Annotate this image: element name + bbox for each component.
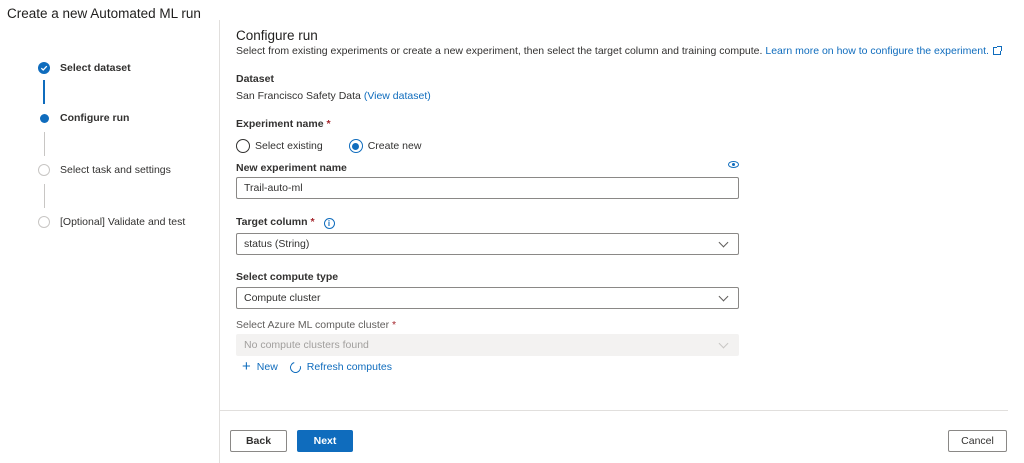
step-label: [Optional] Validate and test <box>60 216 186 228</box>
page-title: Create a new Automated ML run <box>7 6 201 21</box>
new-experiment-name-label: New experiment name <box>236 162 347 174</box>
section-title: Configure run <box>236 28 318 43</box>
current-step-icon <box>38 112 50 124</box>
section-description: Select from existing experiments or crea… <box>236 45 1016 57</box>
external-link-icon <box>992 46 1002 55</box>
cancel-button[interactable]: Cancel <box>948 430 1007 452</box>
experiment-radio-group: Select existing Create new <box>236 139 421 153</box>
refresh-computes-button[interactable]: Refresh computes <box>287 359 392 375</box>
info-icon[interactable]: i <box>323 218 335 229</box>
eye-icon[interactable] <box>728 161 739 168</box>
radio-label: Select existing <box>255 140 323 152</box>
plus-icon: + <box>242 358 251 375</box>
dropdown-value: status (String) <box>244 238 310 250</box>
step-connector <box>43 184 45 208</box>
radio-select-existing[interactable]: Select existing <box>236 139 323 153</box>
required-marker: * <box>326 118 331 130</box>
action-label: Refresh computes <box>306 361 392 373</box>
panel-divider <box>219 20 220 463</box>
pending-step-icon <box>38 216 50 228</box>
step-select-dataset[interactable]: Select dataset <box>38 58 218 78</box>
next-button[interactable]: Next <box>297 430 353 452</box>
dataset-name: San Francisco Safety Data <box>236 90 361 102</box>
required-marker: * <box>310 216 315 228</box>
learn-more-link[interactable]: Learn more on how to configure the exper… <box>765 45 1002 57</box>
refresh-icon <box>287 359 303 375</box>
radio-unchecked-icon <box>236 139 250 153</box>
description-text: Select from existing experiments or crea… <box>236 45 763 57</box>
required-marker: * <box>392 319 397 331</box>
new-compute-button[interactable]: + New <box>242 358 278 375</box>
dropdown-value: No compute clusters found <box>244 339 369 351</box>
radio-label: Create new <box>367 140 422 152</box>
step-select-task-and-settings[interactable]: Select task and settings <box>38 160 218 180</box>
step-connector <box>43 132 45 156</box>
step-label: Select task and settings <box>60 164 171 176</box>
compute-cluster-label: Select Azure ML compute cluster * <box>236 319 396 331</box>
compute-cluster-label-text: Select Azure ML compute cluster <box>236 319 390 331</box>
dataset-value: San Francisco Safety Data (View dataset) <box>236 90 431 102</box>
radio-create-new[interactable]: Create new <box>348 139 422 153</box>
experiment-name-input[interactable]: Trail-auto-ml <box>236 177 739 199</box>
view-dataset-link[interactable]: (View dataset) <box>364 90 431 102</box>
learn-more-text: Learn more on how to configure the exper… <box>765 45 989 57</box>
experiment-label-text: Experiment name <box>236 118 324 130</box>
target-column-label-text: Target column <box>236 216 308 228</box>
step-label: Configure run <box>60 112 130 124</box>
dropdown-value: Compute cluster <box>244 292 321 304</box>
chevron-down-icon <box>718 291 729 301</box>
radio-checked-icon <box>348 139 363 153</box>
compute-type-label: Select compute type <box>236 271 339 283</box>
experiment-name-label: Experiment name * <box>236 118 331 130</box>
back-button[interactable]: Back <box>230 430 287 452</box>
action-label: New <box>256 361 278 373</box>
dataset-label: Dataset <box>236 73 274 85</box>
step-connector <box>43 80 45 104</box>
compute-cluster-dropdown: No compute clusters found <box>236 334 739 356</box>
pending-step-icon <box>38 164 50 176</box>
chevron-down-icon <box>718 338 729 348</box>
chevron-down-icon <box>718 237 729 247</box>
target-column-label: Target column * i <box>236 216 335 229</box>
compute-type-dropdown[interactable]: Compute cluster <box>236 287 739 309</box>
compute-actions: + New Refresh computes <box>242 358 392 375</box>
step-configure-run[interactable]: Configure run <box>38 108 218 128</box>
step-label: Select dataset <box>60 62 131 74</box>
target-column-dropdown[interactable]: status (String) <box>236 233 739 255</box>
step-validate-and-test[interactable]: [Optional] Validate and test <box>38 212 218 232</box>
configure-panel: Configure run Select from existing exper… <box>236 28 1016 375</box>
footer-divider <box>220 410 1008 411</box>
check-circle-icon <box>38 62 50 74</box>
